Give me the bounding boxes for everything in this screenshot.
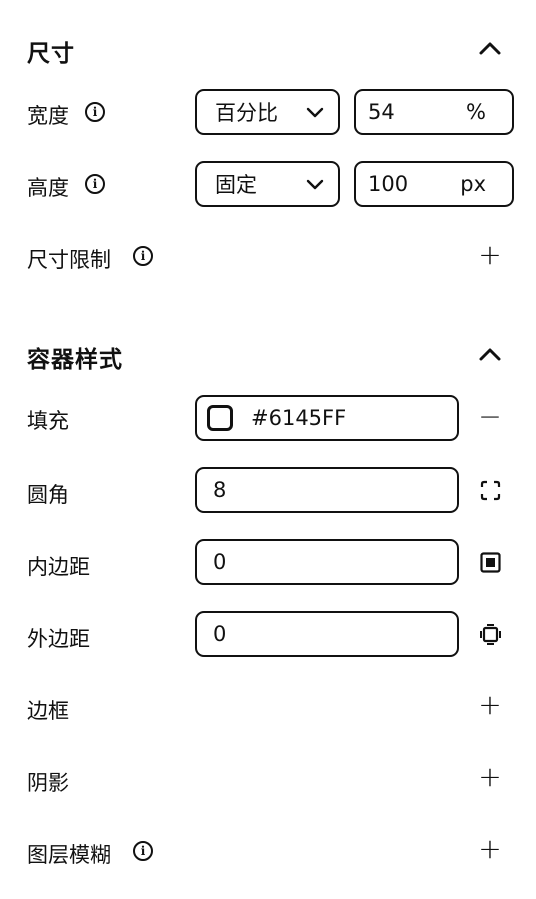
width-unit: % bbox=[466, 100, 486, 124]
color-swatch[interactable] bbox=[207, 405, 233, 431]
margin-label: 外边距 bbox=[27, 627, 90, 651]
height-mode-select[interactable]: 固定 bbox=[195, 161, 340, 207]
remove-fill-icon[interactable]: − bbox=[476, 403, 504, 431]
radius-value: 8 bbox=[213, 478, 227, 502]
layer-blur-info-icon[interactable]: i bbox=[133, 841, 153, 861]
container-section-title: 容器样式 bbox=[27, 347, 123, 373]
fill-color-input[interactable]: #6145FF bbox=[195, 395, 459, 441]
padding-label: 内边距 bbox=[27, 555, 90, 579]
add-shadow-icon[interactable]: + bbox=[476, 763, 504, 791]
width-value: 54 bbox=[368, 100, 395, 124]
height-label: 高度 bbox=[27, 176, 69, 200]
width-info-icon[interactable]: i bbox=[85, 102, 105, 122]
size-constraints-info-icon[interactable]: i bbox=[133, 246, 153, 266]
container-section-collapse-icon[interactable] bbox=[478, 346, 502, 362]
width-mode-value: 百分比 bbox=[215, 101, 278, 125]
radius-label: 圆角 bbox=[27, 483, 69, 507]
size-section-collapse-icon[interactable] bbox=[478, 40, 502, 56]
size-constraints-label: 尺寸限制 bbox=[27, 248, 111, 272]
chevron-down-icon bbox=[306, 178, 324, 190]
size-section-title: 尺寸 bbox=[27, 41, 75, 67]
height-info-icon[interactable]: i bbox=[85, 174, 105, 194]
width-mode-select[interactable]: 百分比 bbox=[195, 89, 340, 135]
fill-color-value: #6145FF bbox=[251, 406, 347, 430]
height-value: 100 bbox=[368, 172, 409, 196]
margin-value: 0 bbox=[213, 622, 227, 646]
individual-corners-icon[interactable] bbox=[480, 480, 501, 501]
shadow-label: 阴影 bbox=[27, 771, 69, 795]
padding-value: 0 bbox=[213, 550, 227, 574]
margin-input[interactable]: 0 bbox=[195, 611, 459, 657]
chevron-down-icon bbox=[306, 106, 324, 118]
height-value-input[interactable]: 100 px bbox=[354, 161, 514, 207]
add-layer-blur-icon[interactable]: + bbox=[476, 835, 504, 863]
radius-input[interactable]: 8 bbox=[195, 467, 459, 513]
margin-sides-icon[interactable] bbox=[480, 624, 501, 645]
layer-blur-label: 图层模糊 bbox=[27, 843, 111, 867]
fill-label: 填充 bbox=[27, 409, 69, 433]
height-mode-value: 固定 bbox=[215, 173, 257, 197]
padding-input[interactable]: 0 bbox=[195, 539, 459, 585]
height-unit: px bbox=[460, 172, 486, 196]
border-label: 边框 bbox=[27, 699, 69, 723]
width-label: 宽度 bbox=[27, 104, 69, 128]
width-value-input[interactable]: 54 % bbox=[354, 89, 514, 135]
add-size-constraint-icon[interactable]: + bbox=[476, 241, 504, 269]
padding-sides-icon[interactable] bbox=[480, 552, 501, 573]
add-border-icon[interactable]: + bbox=[476, 691, 504, 719]
